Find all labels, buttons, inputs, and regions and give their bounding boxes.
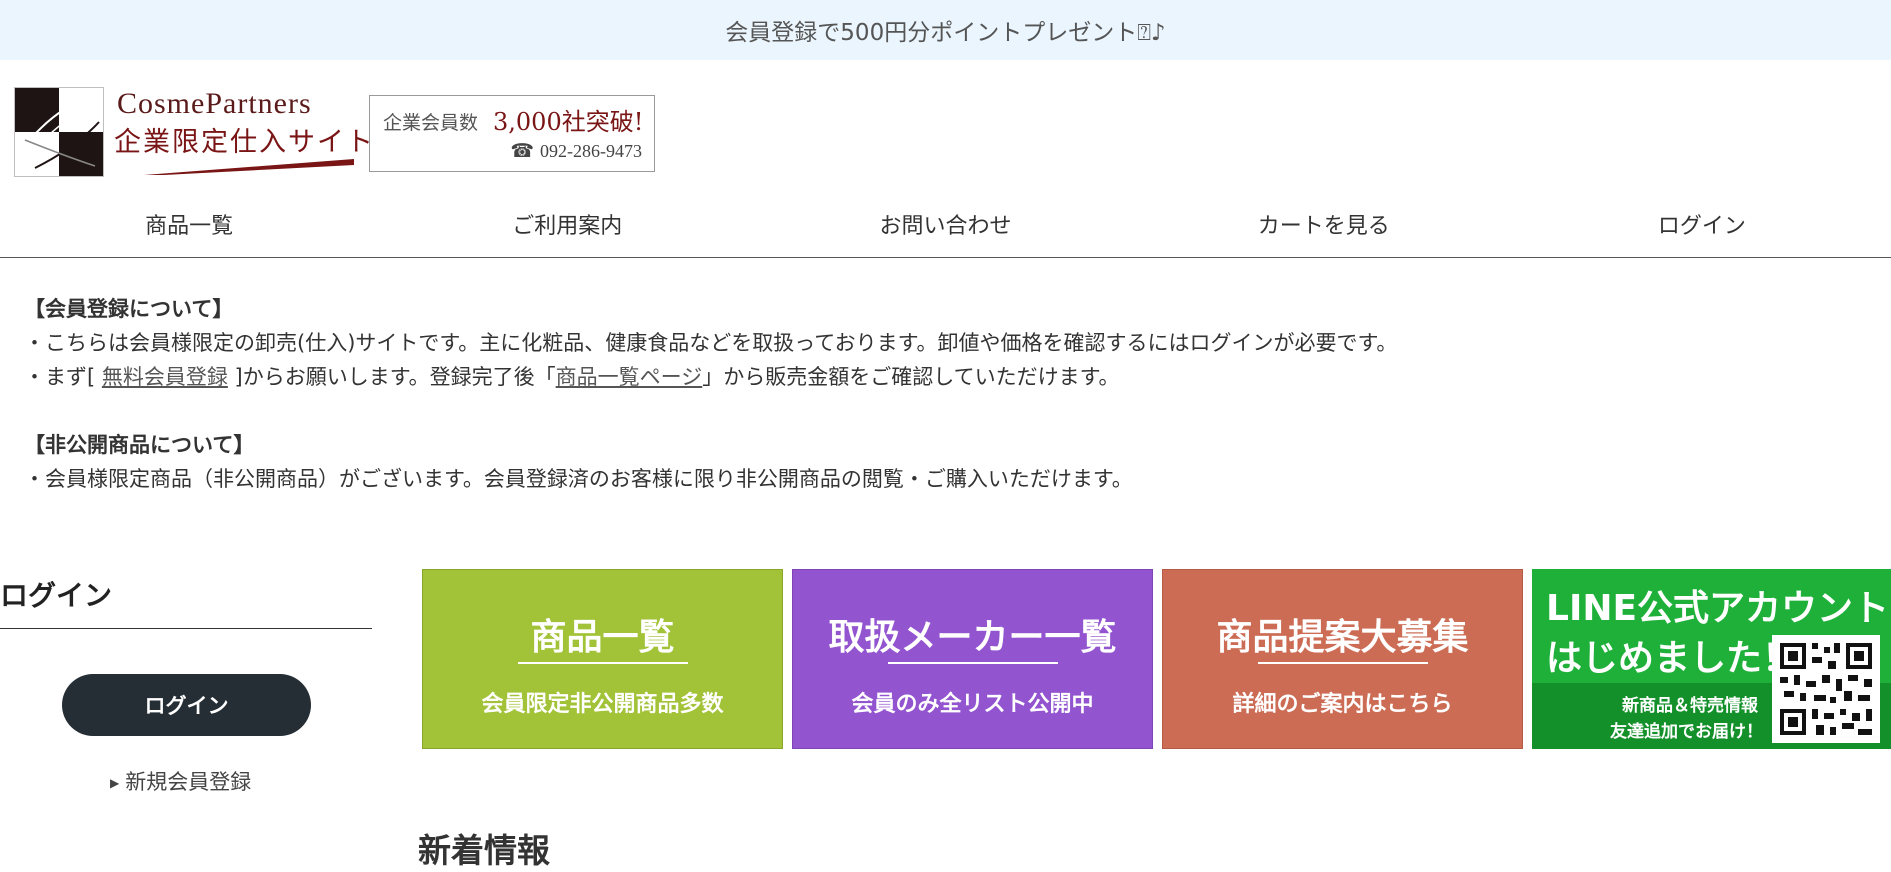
- line-banner-sub-2: 友達追加でお届け！: [1610, 722, 1763, 742]
- line-banner-title-1: LINE公式アカウント: [1546, 588, 1890, 629]
- news-section-title: 新着情報: [418, 831, 550, 870]
- nav-item-guide[interactable]: ご利用案内: [378, 190, 756, 257]
- notice-section: 【会員登録について】 ・こちらは会員様限定の卸売(仕入)サイトです。主に化粧品、…: [0, 258, 1891, 496]
- phone-icon: ☎: [510, 141, 534, 162]
- private-items-heading: 【非公開商品について】: [24, 433, 255, 457]
- login-section-title: ログイン: [0, 574, 372, 629]
- membership-line-1: ・こちらは会員様限定の卸売(仕入)サイトです。主に化粧品、健康食品などを取扱って…: [24, 331, 1398, 355]
- site-header: CosmePartners 企業限定仕入サイト 企業会員数 3,000社突破! …: [0, 60, 1891, 190]
- membership-line-2-mid: ]からお願いします。登録完了後「: [227, 365, 556, 389]
- register-link-label: 新規会員登録: [125, 770, 252, 794]
- line-banner-sub-1: 新商品＆特売情報: [1622, 696, 1758, 716]
- nav-item-cart[interactable]: カートを見る: [1135, 190, 1513, 257]
- nav-item-login[interactable]: ログイン: [1513, 190, 1891, 257]
- banner-line-official[interactable]: LINE公式アカウント はじめました！ 新商品＆特売情報 友達追加でお届け！: [1532, 569, 1891, 749]
- banner-maker-list[interactable]: 取扱メーカー一覧 会員のみ全リスト公開中: [792, 569, 1153, 749]
- nav-item-contact[interactable]: お問い合わせ: [756, 190, 1134, 257]
- banner-divider: [1257, 662, 1428, 664]
- logo-checker-icon: [14, 87, 104, 177]
- line-banner-title-2: はじめました！: [1546, 638, 1799, 679]
- membership-line-2-suffix: 」から販売金額をご確認していただけます。: [702, 365, 1120, 389]
- caret-right-icon: ▶: [110, 776, 120, 790]
- banner-subtitle: 詳細のご案内はこちら: [1232, 691, 1453, 717]
- announcement-text: 会員登録で500円分ポイントプレゼント⍰♪: [725, 20, 1166, 46]
- membership-line-2: ・まず[ 無料会員登録 ]からお願いします。登録完了後「商品一覧ページ」から販売…: [24, 360, 1891, 394]
- banner-product-proposal[interactable]: 商品提案大募集 詳細のご案内はこちら: [1162, 569, 1523, 749]
- site-logo[interactable]: CosmePartners 企業限定仕入サイト: [14, 87, 373, 187]
- product-list-link[interactable]: 商品一覧ページ: [556, 365, 703, 389]
- logo-name-en: CosmePartners: [117, 87, 312, 120]
- banner-divider: [887, 662, 1058, 664]
- badge-count: 3,000社突破!: [493, 108, 644, 136]
- phone-number: 092-286-9473: [540, 141, 642, 161]
- badge-phone: ☎ 092-286-9473: [510, 140, 642, 163]
- register-link[interactable]: ▶ 新規会員登録: [110, 766, 251, 796]
- member-count-badge: 企業会員数 3,000社突破! ☎ 092-286-9473: [369, 95, 655, 172]
- global-nav: 商品一覧 ご利用案内 お問い合わせ カートを見る ログイン: [0, 190, 1891, 258]
- badge-label: 企業会員数: [383, 112, 479, 134]
- logo-name-jp: 企業限定仕入サイト: [114, 127, 375, 158]
- logo-swoosh: [144, 159, 354, 175]
- membership-line-2-prefix: ・まず[: [24, 365, 102, 389]
- banner-product-list[interactable]: 商品一覧 会員限定非公開商品多数: [422, 569, 783, 749]
- banner-title: 商品一覧: [530, 616, 675, 658]
- logo-text: CosmePartners 企業限定仕入サイト: [114, 87, 373, 187]
- banner-title: 取扱メーカー一覧: [828, 616, 1117, 658]
- banner-divider: [517, 662, 688, 664]
- private-items-line-1: ・会員様限定商品（非公開商品）がございます。会員登録済のお客様に限り非公開商品の…: [24, 467, 1133, 491]
- banner-title: 商品提案大募集: [1216, 616, 1469, 658]
- banner-subtitle: 会員限定非公開商品多数: [481, 691, 724, 717]
- announcement-bar: 会員登録で500円分ポイントプレゼント⍰♪: [0, 0, 1891, 60]
- nav-item-products[interactable]: 商品一覧: [0, 190, 378, 257]
- free-register-link[interactable]: 無料会員登録: [102, 365, 228, 389]
- membership-heading: 【会員登録について】: [24, 297, 234, 321]
- banner-subtitle: 会員のみ全リスト公開中: [851, 691, 1094, 717]
- qr-code-icon: [1772, 635, 1880, 743]
- login-button[interactable]: ログイン: [62, 674, 311, 736]
